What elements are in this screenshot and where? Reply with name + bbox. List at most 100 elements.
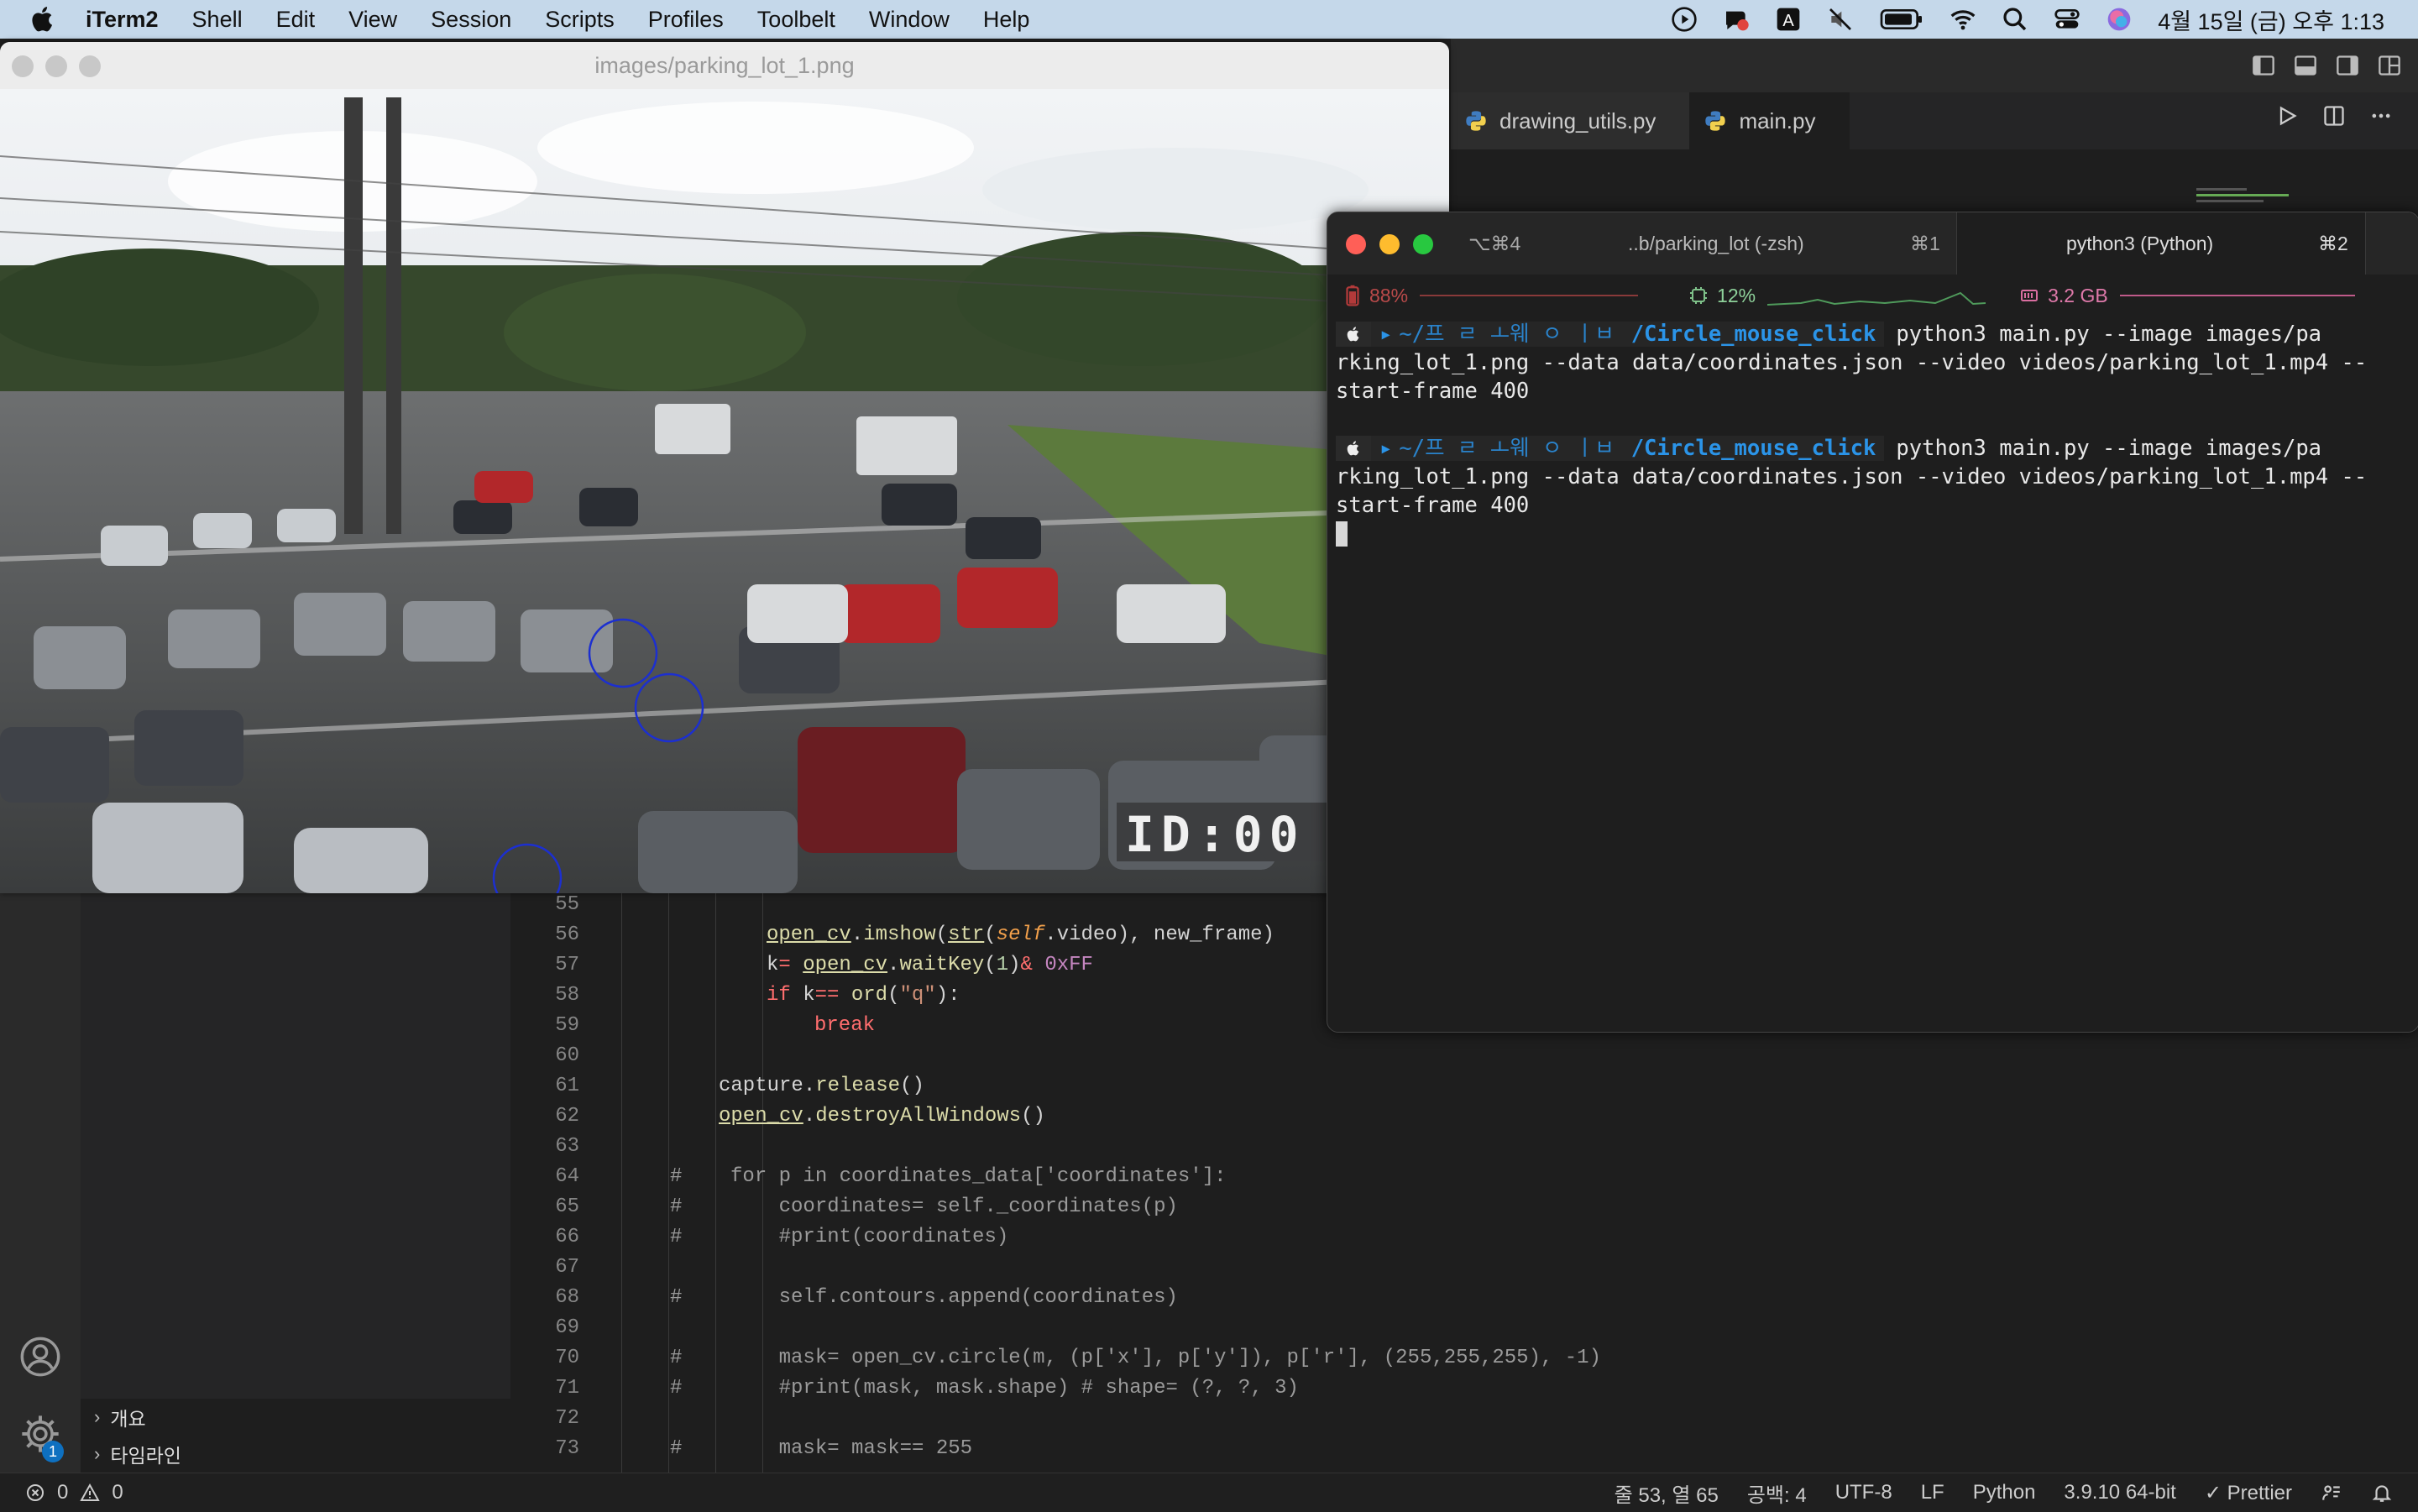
timeline-section[interactable]: › 타임라인 — [81, 1436, 510, 1473]
bell-icon[interactable] — [2371, 1482, 2393, 1504]
cursor-position[interactable]: 줄 53, 열 65 — [1615, 1478, 1719, 1508]
siri-icon[interactable] — [2106, 6, 2133, 33]
toggle-secondary-sidebar-icon[interactable] — [2336, 54, 2359, 77]
play-circle-icon[interactable] — [1671, 6, 1698, 33]
tab-label: python3 (Python) — [2066, 232, 2214, 254]
prettier-status[interactable]: ✓ Prettier — [2205, 1481, 2292, 1505]
zoom-button[interactable] — [79, 55, 101, 77]
folder-icon: ▸ — [1379, 322, 1393, 347]
outline-section[interactable]: › 개요 — [81, 1399, 510, 1436]
menu-shell[interactable]: Shell — [192, 7, 243, 33]
tab-python[interactable]: python3 (Python) ⌘2 — [1956, 212, 2366, 275]
code-line: 58 if k== ord("q"): — [555, 984, 960, 1007]
apple-menu-icon[interactable] — [27, 3, 59, 35]
account-icon[interactable] — [18, 1335, 62, 1379]
menu-toolbelt[interactable]: Toolbelt — [757, 7, 835, 33]
minimize-button[interactable] — [1379, 234, 1400, 254]
command-wrap-line: rking_lot_1.png --data data/coordinates.… — [1336, 464, 2368, 489]
status-meters: 88% 12% 3.2 GB — [1327, 275, 2418, 317]
menu-session[interactable]: Session — [431, 7, 511, 33]
timeline-label: 타임라인 — [110, 1445, 181, 1467]
indentation[interactable]: 공백: 4 — [1747, 1478, 1807, 1508]
folder-icon: ▸ — [1379, 436, 1393, 461]
notification-icon[interactable] — [1723, 6, 1750, 33]
image-window-titlebar[interactable]: images/parking_lot_1.png — [0, 42, 1449, 89]
control-center-icon[interactable] — [2054, 6, 2080, 33]
wifi-icon[interactable] — [1950, 6, 1976, 33]
apple-segment — [1336, 436, 1371, 461]
battery-icon — [1346, 285, 1359, 306]
warning-count: 0 — [112, 1481, 123, 1504]
language-mode[interactable]: Python — [1973, 1481, 2036, 1504]
battery-icon[interactable] — [1879, 6, 1924, 33]
search-icon[interactable] — [2002, 6, 2028, 33]
prompt-dir-segment: ▸ ~/프 ㄹ ㅗ웨 ㅇ ㅣㅂ/Circle_mouse_click — [1371, 322, 1885, 347]
code-line: 56 open_cv.imshow(str(self.video), new_fr… — [555, 923, 1274, 946]
status-bar: 0 0 줄 53, 열 65 공백: 4 UTF-8 LF Python 3.9… — [0, 1473, 2418, 1512]
code-line: 70 # mask= open_cv.circle(m, (p['x'], p['… — [555, 1347, 1601, 1369]
menu-edit[interactable]: Edit — [276, 7, 316, 33]
python-interpreter[interactable]: 3.9.10 64-bit — [2064, 1481, 2175, 1504]
code-line: 59 break — [555, 1014, 876, 1037]
code-line: 69 — [555, 1316, 579, 1339]
minimize-button[interactable] — [45, 55, 67, 77]
menubar-clock[interactable]: 4월 15일 (금) 오후 1:13 — [2158, 3, 2384, 36]
prompt-dir: /Circle_mouse_click — [1630, 322, 1876, 347]
tab-label: drawing_utils.py — [1499, 107, 1656, 133]
prompt-dir-blur: ~/프 ㄹ ㅗ웨 ㅇ ㅣㅂ — [1399, 436, 1615, 461]
parking-lot-image[interactable]: ID:00 — [0, 89, 1449, 893]
activity-bar: 1 — [0, 890, 81, 1473]
code-line: 65 # coordinates= self._coordinates(p) — [555, 1195, 1178, 1218]
menu-app-name[interactable]: iTerm2 — [86, 7, 159, 33]
toggle-panel-icon[interactable] — [2294, 54, 2317, 77]
customize-layout-icon[interactable] — [2378, 54, 2401, 77]
command-wrap-line: start-frame 400 — [1336, 493, 1530, 518]
settings-badge: 1 — [42, 1441, 64, 1462]
prompt-dir-segment: ▸ ~/프 ㄹ ㅗ웨 ㅇ ㅣㅂ/Circle_mouse_click — [1371, 436, 1885, 461]
apple-icon — [1347, 327, 1359, 342]
toggle-sidebar-icon[interactable] — [2252, 54, 2275, 77]
close-button[interactable] — [12, 55, 34, 77]
split-editor-icon[interactable] — [2322, 104, 2346, 128]
menu-help[interactable]: Help — [983, 7, 1030, 33]
prompt-line: ▸ ~/프 ㄹ ㅗ웨 ㅇ ㅣㅂ/Circle_mouse_click python… — [1336, 434, 2410, 463]
menu-bar: iTerm2 Shell Edit View Session Scripts P… — [0, 0, 2418, 39]
tab-main-py[interactable]: main.py — [1690, 92, 1850, 149]
check-double-icon: ✓ — [2204, 1481, 2222, 1504]
terminal-tab-bar: ⌥⌘4 ..b/parking_lot (-zsh) ⌘1 python3 (P… — [1327, 212, 2418, 275]
run-icon[interactable] — [2275, 104, 2299, 128]
menu-view[interactable]: View — [348, 7, 397, 33]
tab-label: main.py — [1739, 107, 1816, 133]
command-wrap-line: rking_lot_1.png --data data/coordinates.… — [1336, 350, 2368, 375]
terminal-output[interactable]: ▸ ~/프 ㄹ ㅗ웨 ㅇ ㅣㅂ/Circle_mouse_click python… — [1327, 317, 2418, 552]
error-count: 0 — [57, 1481, 69, 1504]
menu-profiles[interactable]: Profiles — [648, 7, 724, 33]
tab-drawing-utils[interactable]: drawing_utils.py — [1451, 92, 1691, 149]
code-line: 67 — [555, 1256, 579, 1279]
encoding[interactable]: UTF-8 — [1835, 1481, 1892, 1504]
feedback-icon[interactable] — [2321, 1482, 2342, 1504]
warning-icon — [80, 1483, 101, 1501]
tab-shortcut-right: ⌘1 — [1910, 232, 1940, 254]
close-button[interactable] — [1346, 234, 1366, 254]
explorer-panel — [81, 890, 510, 1399]
tab-zsh[interactable]: ⌥⌘4 ..b/parking_lot (-zsh) ⌘1 — [1468, 212, 2023, 275]
problems-indicator[interactable]: 0 0 — [25, 1481, 123, 1504]
menu-window[interactable]: Window — [869, 7, 950, 33]
apple-segment — [1336, 322, 1371, 347]
line-ending[interactable]: LF — [1921, 1481, 1944, 1504]
menu-scripts[interactable]: Scripts — [545, 7, 615, 33]
chevron-right-icon: › — [94, 1406, 101, 1427]
cpu-icon — [1690, 287, 1708, 304]
svg-text:A: A — [1783, 12, 1795, 30]
code-line: 73 # mask= mask== 255 — [555, 1437, 973, 1460]
zoom-button[interactable] — [1413, 234, 1433, 254]
tab-shortcut-right: ⌘2 — [2318, 232, 2348, 254]
mute-icon[interactable] — [1827, 6, 1854, 33]
outline-label: 개요 — [110, 1408, 146, 1430]
input-source-icon[interactable]: A — [1775, 6, 1802, 33]
code-line: 66 # #print(coordinates) — [555, 1226, 1009, 1248]
more-actions-icon[interactable] — [2369, 104, 2393, 128]
code-line: 61 capture.release() — [555, 1075, 924, 1097]
code-line: 57 k= open_cv.waitKey(1)& 0xFF — [555, 954, 1093, 976]
